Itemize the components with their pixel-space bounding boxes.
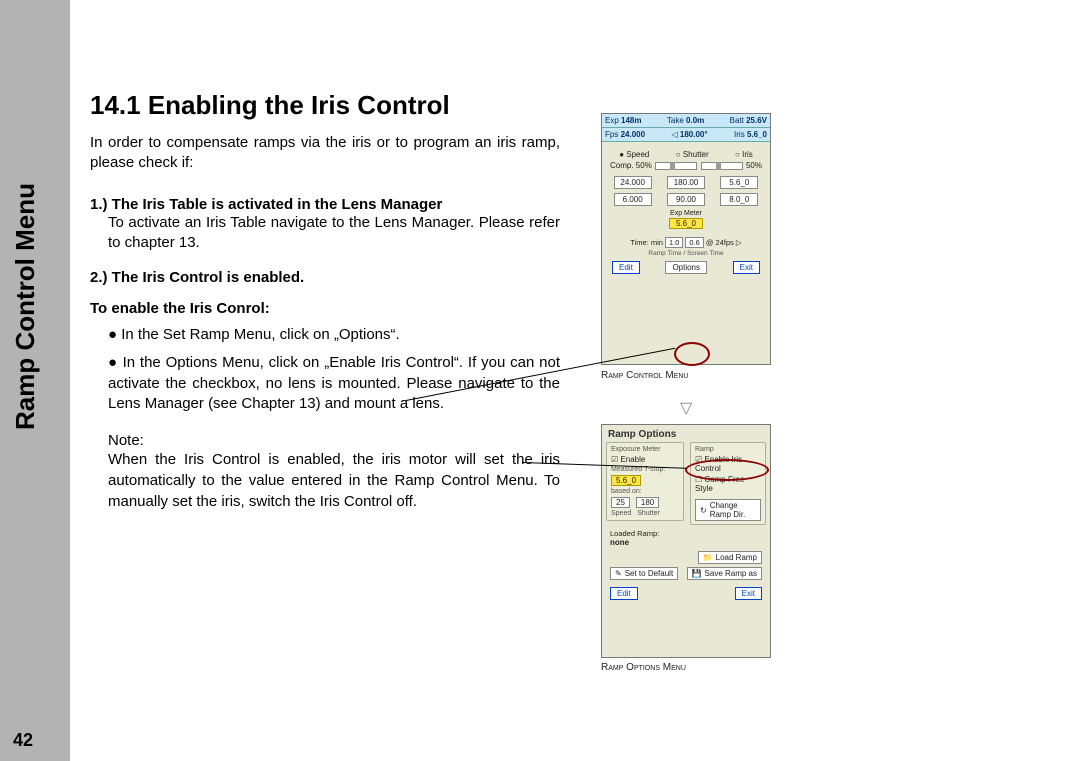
options-exit-button[interactable]: Exit	[735, 587, 762, 600]
take-label: Take	[667, 116, 684, 125]
page-content: 14.1 Enabling the Iris Control In order …	[90, 90, 560, 512]
loaded-ramp-value: none	[610, 538, 762, 547]
comp-value-right: 50%	[746, 161, 762, 170]
folder-icon: 📁	[703, 553, 713, 562]
comp-value-left: 50%	[636, 161, 652, 170]
down-arrow-icon: ▽	[680, 398, 692, 418]
ramp-screen-time-label: Ramp Time / Screen Time	[606, 250, 766, 257]
exp-meter-value: 5.6_0	[669, 218, 703, 229]
angle-icon: ◁	[672, 130, 678, 139]
time-fps: @ 24fps	[706, 238, 734, 247]
batt-value: 25.6V	[746, 116, 767, 125]
note-label: Note:	[108, 432, 560, 449]
radio-iris[interactable]: Iris	[735, 150, 753, 159]
iris-field-top[interactable]: 5.6_0	[720, 176, 758, 189]
take-value: 0.0m	[686, 116, 704, 125]
batt-label: Batt	[730, 116, 744, 125]
ramp-options-title: Ramp Options	[602, 425, 770, 442]
save-ramp-as-button[interactable]: 💾 Save Ramp as	[687, 567, 762, 580]
page-number: 42	[13, 730, 33, 751]
exp-label: Exp	[605, 116, 619, 125]
based-speed-field[interactable]: 25	[611, 497, 630, 508]
step-1-heading: 1.) The Iris Table is activated in the L…	[90, 196, 560, 213]
based-shutter-field[interactable]: 180	[636, 497, 659, 508]
exp-meter-label: Exp Meter	[606, 210, 766, 217]
based-on-label: based on:	[611, 488, 679, 495]
change-ramp-dir-icon: ↻	[700, 506, 707, 515]
bullet-options: In the Set Ramp Menu, click on „Options“…	[108, 325, 560, 345]
options-button[interactable]: Options	[665, 261, 707, 274]
comp-slider-right[interactable]	[701, 162, 743, 170]
speed-sublabel: Speed	[611, 510, 631, 517]
exp-value: 148m	[621, 116, 641, 125]
disk-icon: 💾	[692, 569, 702, 578]
comp-slider[interactable]	[655, 162, 697, 170]
enable-subheading: To enable the Iris Conrol:	[90, 300, 560, 317]
comp-label-left: Comp.	[610, 161, 634, 170]
shutter-field-bottom[interactable]: 90.00	[667, 193, 705, 206]
speed-field-bottom[interactable]: 6.000	[614, 193, 652, 206]
radio-shutter[interactable]: Shutter	[676, 150, 709, 159]
fps-value: 24.000	[621, 130, 645, 139]
options-edit-button[interactable]: Edit	[610, 587, 638, 600]
iris-label: Iris	[734, 130, 745, 139]
comp-free-style-checkbox[interactable]: Comp Free Style	[695, 475, 761, 493]
enable-iris-control-checkbox[interactable]: Enable Iris Control	[695, 455, 761, 473]
set-to-default-button[interactable]: ✎ Set to Default	[610, 567, 678, 580]
measured-tstop-value: 5.6_0	[611, 475, 641, 486]
iris-field-bottom[interactable]: 8.0_0	[720, 193, 758, 206]
play-icon[interactable]: ▷	[736, 238, 742, 247]
loaded-ramp-label: Loaded Ramp:	[610, 529, 762, 538]
angle-value: 180.00°	[680, 130, 708, 139]
exposure-meter-group-title: Exposure Meter	[611, 446, 679, 453]
shutter-sublabel: Shutter	[637, 510, 660, 517]
radio-speed[interactable]: Speed	[619, 150, 649, 159]
highlight-ring-options	[674, 342, 710, 366]
fps-label: Fps	[605, 130, 618, 139]
ramp-group-title: Ramp	[695, 446, 761, 453]
shutter-field-top[interactable]: 180.00	[667, 176, 705, 189]
edit-button[interactable]: Edit	[612, 261, 640, 274]
caption-ramp-options: Ramp Options Menu	[601, 662, 686, 673]
time-label: Time: min	[630, 238, 663, 247]
caption-ramp-control: Ramp Control Menu	[601, 370, 688, 381]
exit-button[interactable]: Exit	[733, 261, 760, 274]
time-field-b[interactable]: 0.6	[685, 237, 703, 248]
load-ramp-button[interactable]: 📁 Load Ramp	[698, 551, 762, 564]
note-body: When the Iris Control is enabled, the ir…	[108, 449, 560, 512]
step-1-body: To activate an Iris Table navigate to th…	[108, 213, 560, 254]
enable-checkbox[interactable]: Enable	[611, 455, 679, 464]
sidebar: Ramp Control Menu 42	[0, 0, 70, 761]
time-field-a[interactable]: 1.0	[665, 237, 683, 248]
change-ramp-dir-button[interactable]: ↻ Change Ramp Dir.	[695, 499, 761, 521]
intro-paragraph: In order to compensate ramps via the iri…	[90, 133, 560, 174]
speed-field-top[interactable]: 24.000	[614, 176, 652, 189]
sidebar-title: Ramp Control Menu	[10, 183, 41, 430]
pencil-icon: ✎	[615, 569, 622, 578]
step-2-heading: 2.) The Iris Control is enabled.	[90, 269, 560, 286]
screenshot-ramp-options-menu: Ramp Options Exposure Meter Enable Measu…	[601, 424, 771, 658]
section-heading: 14.1 Enabling the Iris Control	[90, 90, 560, 121]
screenshot-ramp-control-menu: Exp 148m Take 0.0m Batt 25.6V Fps 24.000…	[601, 113, 771, 365]
iris-value: 5.6_0	[747, 130, 767, 139]
